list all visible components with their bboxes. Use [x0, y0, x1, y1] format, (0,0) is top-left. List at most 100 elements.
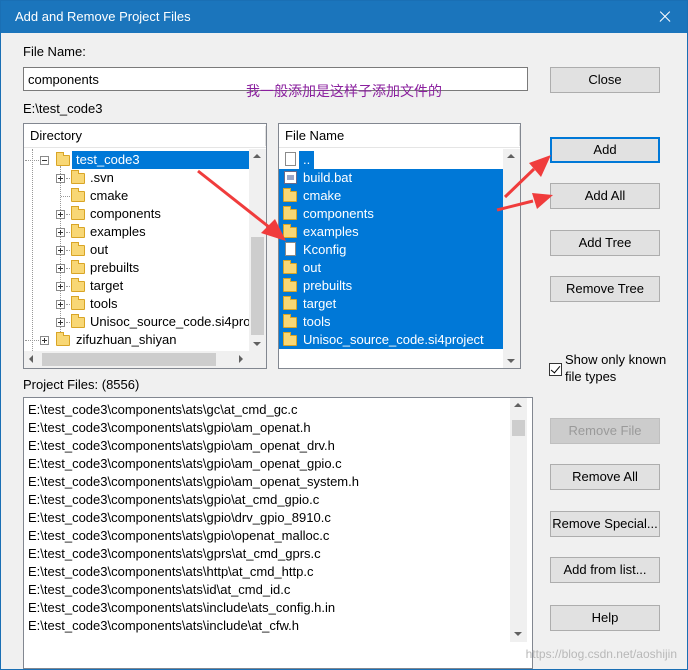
folder-icon [71, 260, 85, 274]
expand-icon[interactable] [56, 174, 65, 183]
expand-icon[interactable] [56, 282, 65, 291]
add-from-list-button[interactable]: Add from list... [550, 557, 660, 583]
folder-icon [56, 332, 70, 346]
directory-item[interactable]: Unisoc_source_code.si4proj [90, 313, 253, 331]
add-all-button[interactable]: Add All [550, 183, 660, 209]
project-file-item[interactable]: E:\test_code3\components\ats\gpio\drv_gp… [28, 509, 331, 527]
file-list-item[interactable]: Kconfig [303, 241, 347, 259]
add-tree-button[interactable]: Add Tree [550, 230, 660, 256]
directory-vscrollbar[interactable] [249, 149, 266, 351]
folder-icon [56, 152, 70, 166]
expand-icon[interactable] [56, 246, 65, 255]
directory-header[interactable]: Directory [24, 124, 266, 148]
file-list-item[interactable]: cmake [303, 187, 342, 205]
file-list-item[interactable]: target [303, 295, 337, 313]
file-icon [285, 242, 296, 256]
directory-item[interactable]: prebuilts [90, 259, 139, 277]
folder-icon [71, 224, 85, 238]
project-file-item[interactable]: E:\test_code3\components\ats\include\ats… [28, 599, 335, 617]
directory-item[interactable]: out [90, 241, 108, 259]
folder-icon [71, 206, 85, 220]
remove-tree-button[interactable]: Remove Tree [550, 276, 660, 302]
expand-icon[interactable] [56, 228, 65, 237]
file-list-item[interactable]: prebuilts [303, 277, 353, 295]
directory-item[interactable]: target [90, 277, 123, 295]
show-known-types-checkbox[interactable] [549, 363, 562, 376]
annotation-text: 我一般添加是这样子添加文件的 [246, 84, 442, 100]
directory-root-item[interactable]: test_code3 [72, 151, 250, 169]
project-file-item[interactable]: E:\test_code3\components\ats\gc\at_cmd_g… [28, 401, 298, 419]
folder-icon [71, 188, 85, 202]
directory-item[interactable]: cmake [90, 187, 128, 205]
batch-file-icon [284, 171, 297, 184]
directory-header-label: Directory [30, 128, 83, 143]
folder-icon [71, 170, 85, 184]
project-file-item[interactable]: E:\test_code3\components\ats\include\at_… [28, 617, 299, 635]
directory-tree[interactable]: Directory test_code3 .svn cmake componen… [23, 123, 267, 369]
project-files-label: Project Files: (8556) [23, 377, 140, 392]
expand-icon[interactable] [56, 300, 65, 309]
project-file-item[interactable]: E:\test_code3\components\ats\gpio\at_cmd… [28, 491, 319, 509]
directory-item[interactable]: zifuzhuan_shiyan [76, 331, 176, 349]
close-icon[interactable] [653, 5, 677, 29]
file-list-item[interactable]: build.bat [303, 169, 353, 187]
folder-icon [71, 296, 85, 310]
directory-root-label: test_code3 [76, 152, 140, 167]
directory-item[interactable]: examples [90, 223, 146, 241]
file-list-item[interactable]: Unisoc_source_code.si4project [303, 331, 484, 349]
directory-item[interactable]: components [90, 205, 161, 223]
file-list-item[interactable]: .. [299, 151, 315, 169]
expand-icon[interactable] [56, 318, 65, 327]
file-name-label: File Name: [23, 44, 86, 59]
project-file-item[interactable]: E:\test_code3\components\ats\gprs\at_cmd… [28, 545, 321, 563]
project-file-item[interactable]: E:\test_code3\components\ats\gpio\am_ope… [28, 419, 311, 437]
file-list-item[interactable]: examples [303, 223, 359, 241]
file-name-header-label: File Name [285, 128, 345, 143]
add-button[interactable]: Add [550, 137, 660, 163]
help-button[interactable]: Help [550, 605, 660, 631]
project-files-list[interactable]: E:\test_code3\components\ats\gc\at_cmd_g… [23, 397, 533, 669]
remove-all-button[interactable]: Remove All [550, 464, 660, 490]
folder-icon [71, 314, 85, 328]
file-list-item[interactable]: tools [303, 313, 331, 331]
remove-special-button[interactable]: Remove Special... [550, 511, 660, 537]
watermark-text: https://blog.csdn.net/aoshijin [525, 647, 677, 661]
expand-icon[interactable] [56, 264, 65, 273]
file-name-header[interactable]: File Name [279, 124, 520, 148]
project-file-item[interactable]: E:\test_code3\components\ats\id\at_cmd_i… [28, 581, 290, 599]
window-title: Add and Remove Project Files [15, 9, 191, 24]
file-list-item[interactable]: out [303, 259, 322, 277]
project-file-item[interactable]: E:\test_code3\components\ats\http\at_cmd… [28, 563, 313, 581]
close-button[interactable]: Close [550, 67, 660, 93]
file-list-item[interactable]: components [303, 205, 374, 223]
expand-icon[interactable] [56, 210, 65, 219]
folder-icon [283, 314, 297, 328]
project-file-item[interactable]: E:\test_code3\components\ats\gpio\am_ope… [28, 455, 342, 473]
file-list[interactable]: File Name .. build.bat cmake components … [278, 123, 521, 369]
folder-icon [283, 188, 297, 202]
directory-hscrollbar[interactable] [24, 351, 249, 368]
folder-icon [283, 224, 297, 238]
folder-icon [283, 296, 297, 310]
file-list-vscrollbar[interactable] [503, 149, 520, 368]
show-known-types-label-line2: file types [565, 369, 617, 384]
folder-icon [283, 278, 297, 292]
project-files-vscrollbar[interactable] [510, 398, 527, 642]
folder-icon [283, 260, 297, 274]
folder-icon [283, 206, 297, 220]
directory-item[interactable]: .svn [90, 169, 114, 187]
project-file-item[interactable]: E:\test_code3\components\ats\gpio\openat… [28, 527, 329, 545]
project-file-item[interactable]: E:\test_code3\components\ats\gpio\am_ope… [28, 437, 335, 455]
file-icon [285, 152, 296, 166]
add-remove-files-dialog: Add and Remove Project Files File Name: … [0, 0, 688, 670]
folder-icon [71, 278, 85, 292]
current-path: E:\test_code3 [23, 101, 103, 116]
remove-file-button[interactable]: Remove File [550, 418, 660, 444]
collapse-icon[interactable] [40, 156, 49, 165]
dialog-client: File Name: 我一般添加是这样子添加文件的 E:\test_code3 … [1, 33, 687, 669]
directory-item[interactable]: tools [90, 295, 117, 313]
expand-icon[interactable] [40, 336, 49, 345]
project-file-item[interactable]: E:\test_code3\components\ats\gpio\am_ope… [28, 473, 359, 491]
folder-icon [71, 242, 85, 256]
folder-icon [283, 332, 297, 346]
